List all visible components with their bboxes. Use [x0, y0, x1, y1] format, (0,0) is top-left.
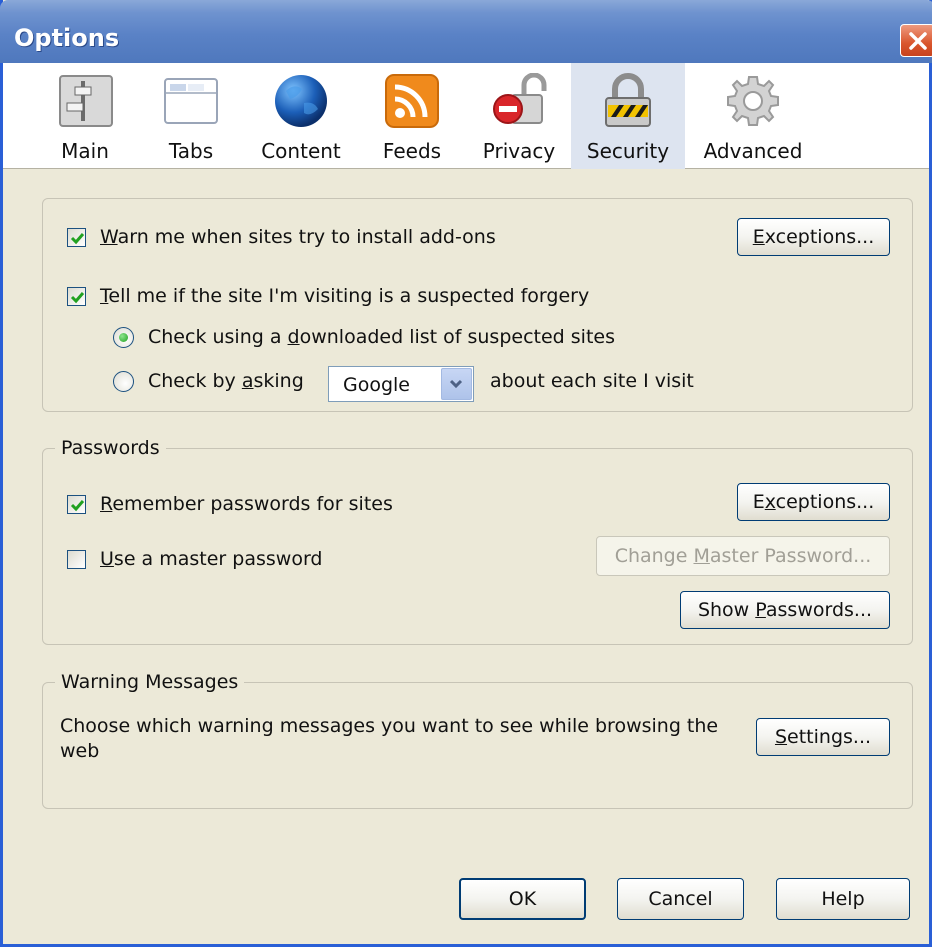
radio-ask-provider[interactable] — [113, 370, 134, 392]
pane-toolbar: Main Tabs Content Feeds Privacy Security… — [3, 63, 929, 169]
warning-text-line-2: web — [60, 740, 100, 762]
close-icon — [909, 32, 927, 50]
remember-passwords-checkbox[interactable] — [67, 494, 86, 514]
switch-panel-icon — [59, 75, 113, 127]
warning-text-line-1: Choose which warning messages you want t… — [60, 715, 719, 737]
remember-passwords-label: Remember passwords for sites — [100, 493, 393, 515]
tab-advanced[interactable]: Advanced — [701, 63, 805, 169]
globe-icon — [275, 75, 327, 127]
tab-privacy[interactable]: Privacy — [473, 63, 565, 169]
warning-settings-button[interactable]: Settings... — [756, 718, 890, 756]
master-password-checkbox[interactable] — [67, 549, 86, 569]
radio-downloaded-list[interactable] — [113, 326, 134, 348]
exceptions-addons-button[interactable]: Exceptions... — [737, 218, 890, 256]
tab-feeds-label: Feeds — [382, 139, 442, 163]
password-exceptions-button[interactable]: Exceptions... — [737, 483, 890, 521]
change-master-password-button: Change Master Password... — [596, 536, 890, 576]
tab-content-label: Content — [261, 139, 341, 163]
checkmark-icon — [70, 499, 85, 511]
radio-downloaded-list-row[interactable]: Check using a downloaded list of suspect… — [113, 326, 615, 348]
provider-select[interactable]: Google — [328, 366, 474, 402]
warn-addons-label: Warn me when sites try to install add-on… — [100, 226, 496, 248]
rss-feed-icon — [385, 74, 439, 128]
tab-advanced-label: Advanced — [703, 139, 803, 163]
privacy-lock-icon — [493, 73, 547, 124]
cancel-button[interactable]: Cancel — [617, 878, 744, 920]
options-dialog: Options Main Tabs Content Feeds Privacy … — [0, 0, 932, 947]
ok-button[interactable]: OK — [459, 878, 586, 920]
tab-main-label: Main — [61, 139, 109, 163]
title-bar: Options — [0, 0, 932, 63]
provider-select-value: Google — [343, 374, 411, 396]
tab-main[interactable]: Main — [51, 63, 119, 169]
passwords-legend: Passwords — [55, 437, 166, 459]
master-password-label: Use a master password — [100, 548, 323, 570]
chevron-down-icon — [449, 379, 463, 389]
ask-suffix-text: about each site I visit — [490, 370, 694, 392]
remember-passwords-row[interactable]: Remember passwords for sites — [67, 493, 393, 515]
tab-security[interactable]: Security — [571, 63, 685, 169]
master-password-row[interactable]: Use a master password — [67, 548, 322, 570]
padlock-icon — [605, 73, 651, 127]
dropdown-button[interactable] — [441, 368, 472, 400]
warn-addons-checkbox[interactable] — [67, 227, 86, 247]
warning-messages-legend: Warning Messages — [55, 671, 245, 693]
tab-security-label: Security — [586, 139, 670, 163]
radio-ask-label: Check by asking — [148, 370, 304, 392]
checkmark-icon — [70, 232, 85, 244]
radio-ask-row[interactable]: Check by asking — [113, 370, 304, 392]
browser-window-icon — [164, 78, 218, 124]
radio-selected-dot — [119, 332, 128, 342]
close-button[interactable] — [900, 24, 932, 57]
show-passwords-button[interactable]: Show Passwords... — [680, 591, 890, 629]
tab-feeds[interactable]: Feeds — [376, 63, 448, 169]
tab-content[interactable]: Content — [255, 63, 347, 169]
help-button[interactable]: Help — [776, 878, 910, 920]
tab-tabs-label: Tabs — [168, 139, 214, 163]
warn-addons-row[interactable]: Warn me when sites try to install add-on… — [67, 226, 496, 248]
gear-icon — [727, 76, 779, 126]
radio-downloaded-list-label: Check using a downloaded list of suspect… — [148, 326, 615, 348]
forgery-label: Tell me if the site I'm visiting is a su… — [100, 285, 590, 307]
window-title: Options — [14, 24, 120, 52]
forgery-checkbox[interactable] — [67, 286, 86, 306]
tab-tabs[interactable]: Tabs — [156, 63, 226, 169]
tab-privacy-label: Privacy — [482, 139, 556, 163]
forgery-row[interactable]: Tell me if the site I'm visiting is a su… — [67, 285, 589, 307]
checkmark-icon — [70, 291, 85, 303]
